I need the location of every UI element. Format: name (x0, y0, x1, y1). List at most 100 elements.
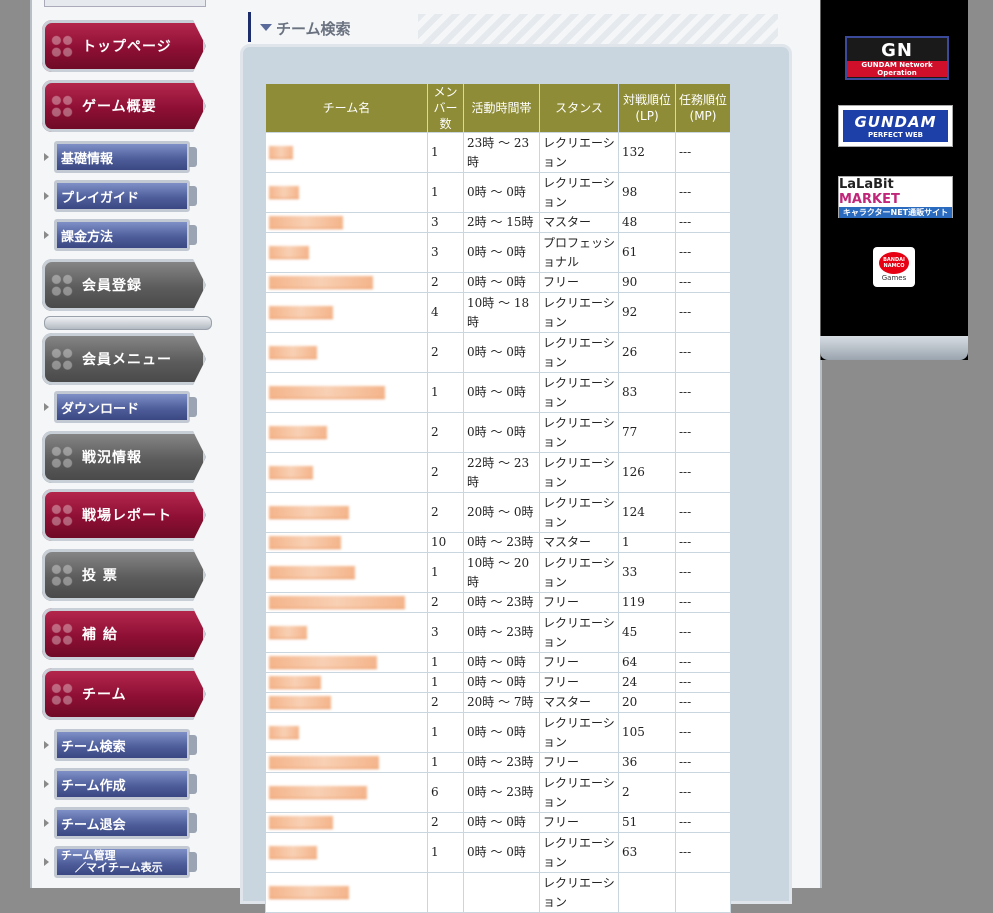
table-row: レクリエーション (265, 872, 731, 913)
team-name-link[interactable] (269, 596, 405, 609)
lp-rank-cell: 61 (618, 232, 676, 273)
sub-arrow-icon (44, 403, 49, 411)
nav-sub-basic-info[interactable]: 基礎情報 (54, 141, 197, 173)
team-name-link[interactable] (269, 306, 333, 319)
team-name-link[interactable] (269, 566, 355, 579)
stance-cell: マスター (539, 692, 619, 713)
team-name-link[interactable] (269, 786, 367, 799)
bandai-namco-banner[interactable]: BANDAI NAMCO Games (873, 247, 915, 287)
team-name-link[interactable] (269, 536, 341, 549)
lp-rank-cell: 90 (618, 272, 676, 293)
members-cell: 2 (427, 592, 464, 613)
nav-top-page[interactable]: トップページ (42, 20, 206, 72)
table-row: 2 0時 〜 0時 レクリエーション 26 --- (265, 332, 731, 373)
mp-rank-cell: --- (675, 752, 731, 773)
mp-rank-cell: --- (675, 832, 731, 873)
mp-rank-cell: --- (675, 692, 731, 713)
nav-sub-team-leave[interactable]: チーム退会 (54, 807, 197, 839)
gundam-perfect-web-banner[interactable]: GUNDAM PERFECT WEB (838, 105, 953, 147)
mp-rank-cell: --- (675, 612, 731, 653)
team-name-link[interactable] (269, 276, 373, 289)
team-name-link[interactable] (269, 146, 293, 159)
nav-game-overview[interactable]: ゲーム概要 (42, 80, 206, 132)
team-name-link[interactable] (269, 346, 317, 359)
table-row: 1 0時 〜 0時 レクリエーション 98 --- (265, 172, 731, 213)
team-name-link[interactable] (269, 696, 331, 709)
stance-cell: レクリエーション (539, 712, 619, 753)
nav-sub-team-search[interactable]: チーム検索 (54, 729, 197, 761)
members-cell: 3 (427, 612, 464, 653)
nav-team[interactable]: チーム (42, 668, 206, 720)
sub-arrow-icon (44, 153, 49, 161)
lp-rank-cell: 26 (618, 332, 676, 373)
team-name-link[interactable] (269, 626, 307, 639)
col-team-name[interactable]: チーム名 (265, 83, 428, 133)
table-row: 1 10時 〜 20時 レクリエーション 33 --- (265, 552, 731, 593)
members-cell (427, 872, 464, 913)
nav-sub-billing[interactable]: 課金方法 (54, 219, 197, 251)
col-mp-rank[interactable]: 任務順位 (MP) (675, 83, 731, 133)
team-name-link[interactable] (269, 656, 377, 669)
gundam-logo-text: GUNDAM (854, 113, 937, 131)
nav-member-register[interactable]: 会員登録 (42, 259, 206, 311)
table-row: 1 0時 〜 0時 レクリエーション 83 --- (265, 372, 731, 413)
nav-label: 補 給 (82, 627, 118, 643)
nav-vote[interactable]: 投 票 (42, 549, 206, 601)
members-cell: 1 (427, 172, 464, 213)
team-name-cell (265, 552, 428, 593)
col-lp-rank[interactable]: 対戦順位 (LP) (618, 83, 676, 133)
gn-banner[interactable]: GN GUNDAM Network Operation (845, 36, 949, 80)
nav-sub-team-manage[interactable]: チーム管理 ／マイチーム表示 (54, 846, 197, 878)
col-active-time[interactable]: 活動時間帯 (463, 83, 540, 133)
table-row: 2 0時 〜 23時 フリー 119 --- (265, 592, 731, 613)
members-cell: 2 (427, 412, 464, 453)
team-name-link[interactable] (269, 506, 349, 519)
col-stance[interactable]: スタンス (539, 83, 619, 133)
mp-rank-cell: --- (675, 172, 731, 213)
team-name-link[interactable] (269, 246, 309, 259)
nav-battle-report[interactable]: 戦場レポート (42, 489, 206, 541)
lp-rank-cell: 1 (618, 532, 676, 553)
members-cell: 1 (427, 372, 464, 413)
team-name-link[interactable] (269, 846, 317, 859)
stance-cell: レクリエーション (539, 412, 619, 453)
stance-cell: レクリエーション (539, 552, 619, 593)
team-name-link[interactable] (269, 816, 333, 829)
active-time-cell: 0時 〜 23時 (463, 592, 540, 613)
team-name-link[interactable] (269, 426, 327, 439)
stance-cell: プロフェッショナル (539, 232, 619, 273)
lp-rank-cell: 24 (618, 672, 676, 693)
team-name-link[interactable] (269, 186, 299, 199)
nav-battle-status[interactable]: 戦況情報 (42, 431, 206, 483)
active-time-cell: 0時 〜 23時 (463, 612, 540, 653)
nav-supply[interactable]: 補 給 (42, 608, 206, 660)
nav-member-menu[interactable]: 会員メニュー (42, 333, 206, 385)
nav-sub-team-create[interactable]: チーム作成 (54, 768, 197, 800)
table-row: 3 0時 〜 0時 プロフェッショナル 61 --- (265, 232, 731, 273)
active-time-cell: 20時 〜 0時 (463, 492, 540, 533)
mp-rank-cell (675, 872, 731, 913)
table-row: 4 10時 〜 18時 レクリエーション 92 --- (265, 292, 731, 333)
active-time-cell: 0時 〜 0時 (463, 372, 540, 413)
team-name-link[interactable] (269, 756, 379, 769)
members-cell: 1 (427, 132, 464, 173)
team-name-link[interactable] (269, 216, 343, 229)
stance-cell: フリー (539, 672, 619, 693)
team-name-link[interactable] (269, 386, 385, 399)
team-name-cell (265, 592, 428, 613)
sub-arrow-icon (44, 192, 49, 200)
nav-label: 会員登録 (82, 278, 142, 294)
nav-sub-label: ／マイチーム表示 (75, 861, 163, 874)
dots-icon (48, 32, 76, 60)
dots-icon (48, 345, 76, 373)
lalabit-market-banner[interactable]: LaLaBit MARKET キャラクターNET通販サイト (838, 176, 953, 218)
nav-sub-download[interactable]: ダウンロード (54, 391, 197, 423)
col-members[interactable]: メンバー数 (427, 83, 464, 133)
nav-sub-play-guide[interactable]: プレイガイド (54, 180, 197, 212)
team-name-link[interactable] (269, 726, 299, 739)
table-body: 1 23時 〜 23時 レクリエーション 132 --- 1 0時 〜 0時 レクリエーション… (265, 132, 731, 913)
team-name-link[interactable] (269, 466, 313, 479)
team-name-cell (265, 652, 428, 673)
team-name-link[interactable] (269, 676, 321, 689)
team-name-cell (265, 712, 428, 753)
